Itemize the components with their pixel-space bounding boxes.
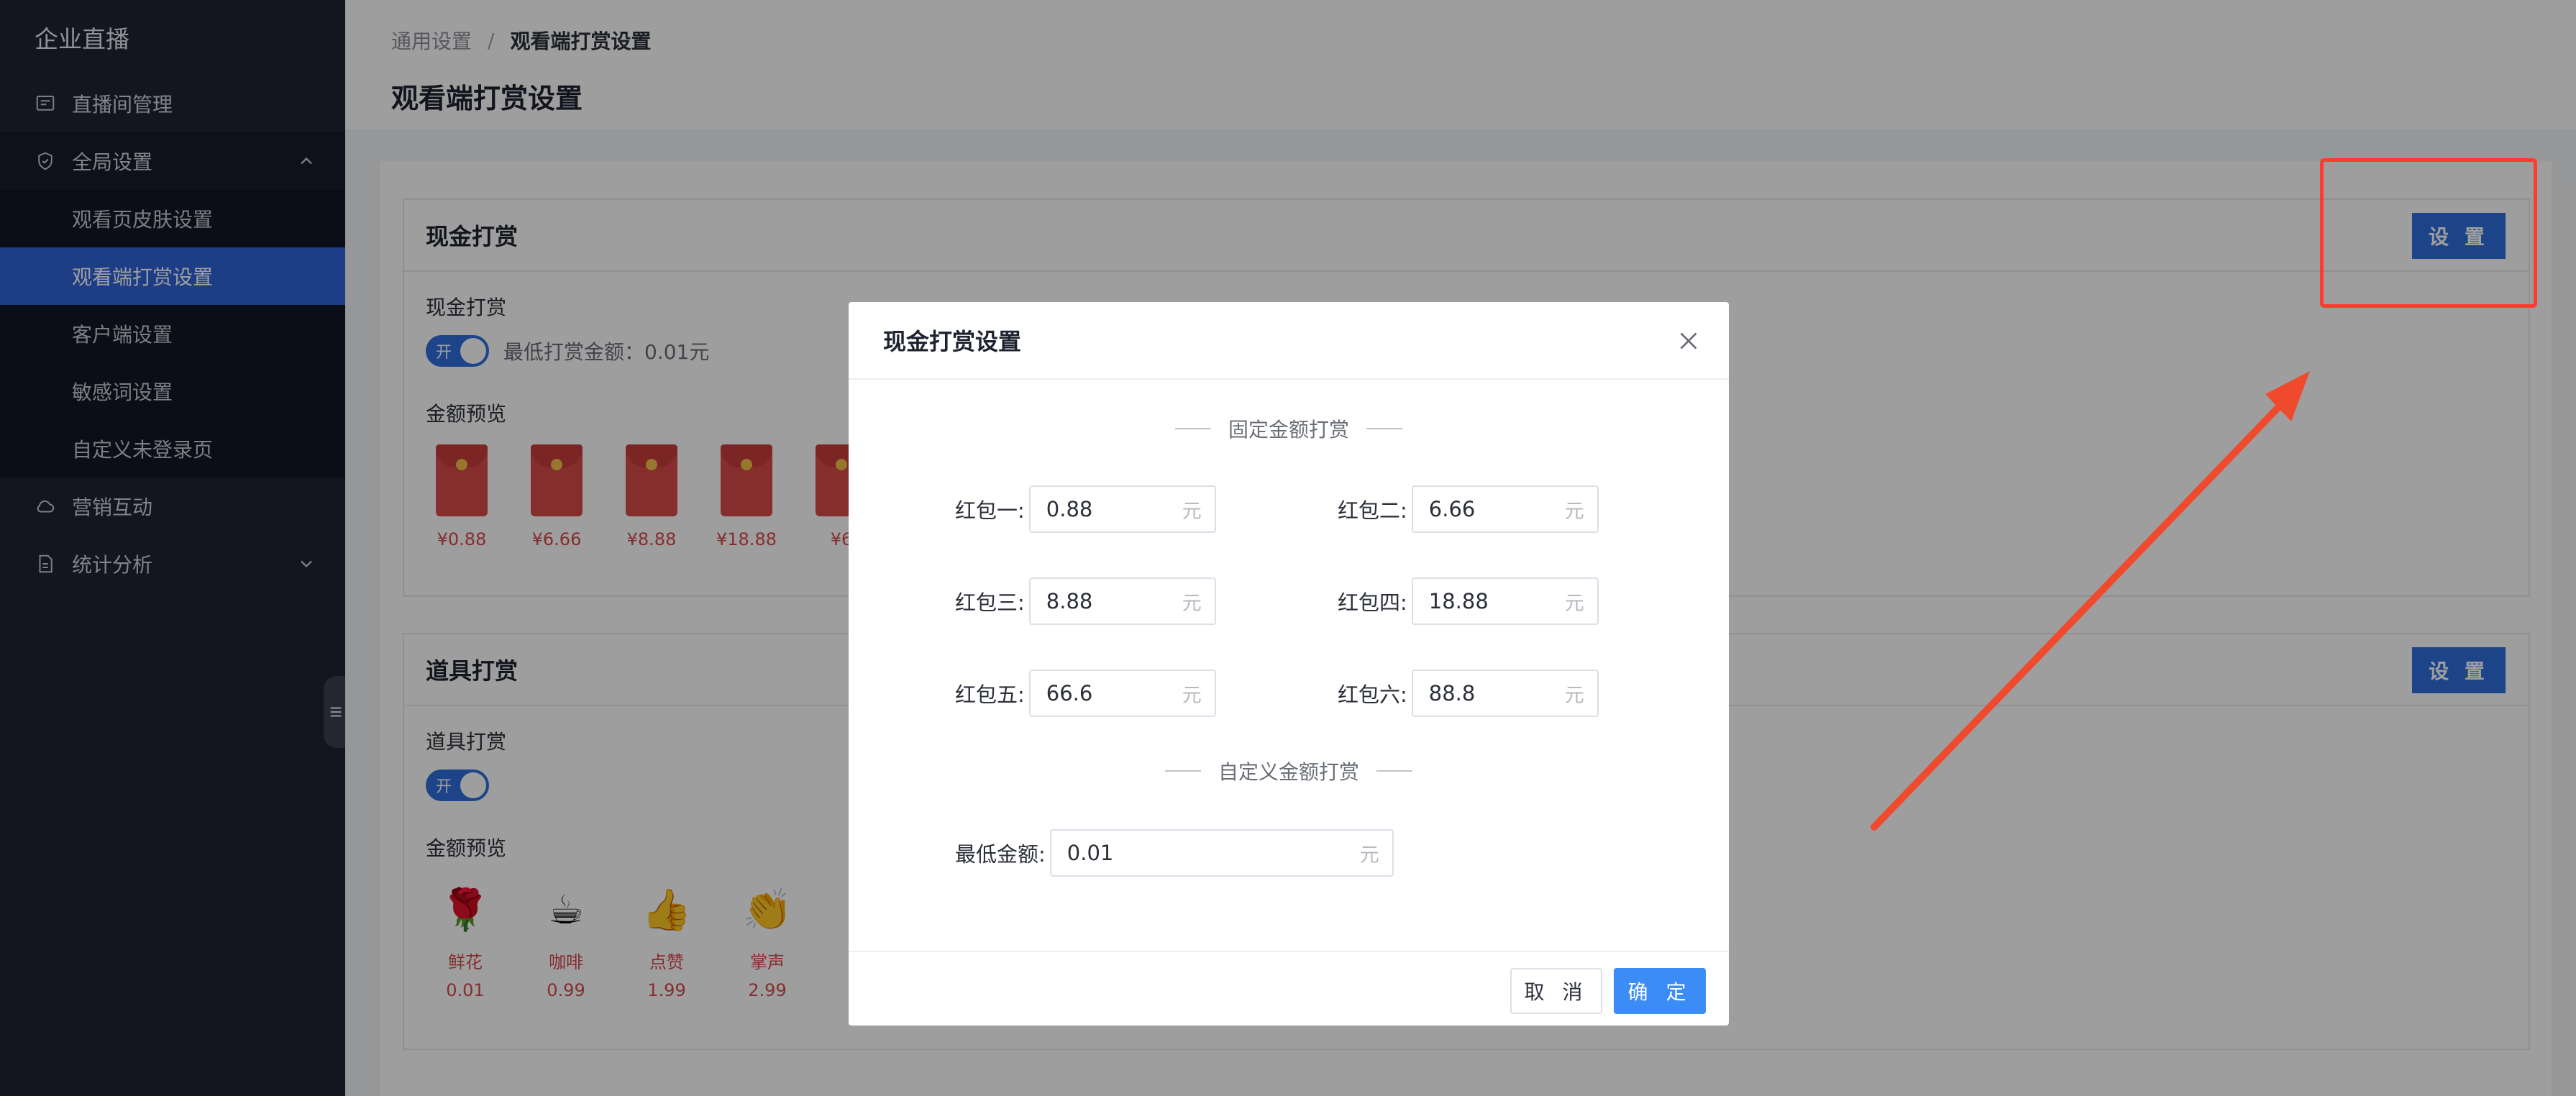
envelope-3-input[interactable]: 8.88 元 bbox=[1028, 577, 1216, 625]
unit-label: 元 bbox=[1359, 844, 1379, 867]
field-label: 红包五: bbox=[955, 682, 1025, 707]
dialog-title: 现金打赏设置 bbox=[883, 328, 1022, 355]
min-amount-field: 最低金额: 0.01 元 bbox=[955, 829, 1394, 877]
close-icon[interactable] bbox=[1676, 328, 1702, 354]
unit-label: 元 bbox=[1564, 684, 1584, 707]
unit-label: 元 bbox=[1564, 500, 1584, 523]
cancel-button[interactable]: 取 消 bbox=[1510, 968, 1602, 1014]
field-label: 红包三: bbox=[955, 590, 1025, 615]
divider-line bbox=[1174, 428, 1211, 429]
envelope-2-input[interactable]: 6.66 元 bbox=[1411, 485, 1599, 533]
custom-section-label: 自定义金额打赏 bbox=[1218, 760, 1359, 784]
unit-label: 元 bbox=[1182, 500, 1202, 523]
min-amount-input[interactable]: 0.01 元 bbox=[1049, 829, 1394, 877]
envelope-field-1: 红包一: 0.88 元 bbox=[955, 485, 1216, 533]
unit-label: 元 bbox=[1564, 592, 1584, 615]
field-label: 红包二: bbox=[1338, 498, 1407, 523]
confirm-button[interactable]: 确 定 bbox=[1614, 968, 1706, 1014]
divider-line bbox=[1164, 770, 1201, 772]
input-value: 18.88 bbox=[1428, 589, 1489, 613]
input-value: 6.66 bbox=[1428, 497, 1476, 521]
dialog-footer: 取 消 确 定 bbox=[849, 951, 1729, 1026]
field-label: 红包一: bbox=[955, 498, 1025, 523]
input-value: 8.88 bbox=[1046, 589, 1093, 613]
divider-line bbox=[1376, 770, 1412, 772]
input-value: 66.6 bbox=[1046, 681, 1093, 705]
field-label: 红包四: bbox=[1338, 590, 1407, 615]
envelope-field-6: 红包六: 88.8 元 bbox=[1338, 670, 1599, 717]
divider-line bbox=[1366, 428, 1402, 429]
envelope-5-input[interactable]: 66.6 元 bbox=[1028, 670, 1216, 717]
fixed-amount-section-title: 固定金额打赏 bbox=[849, 414, 1729, 443]
field-label: 红包六: bbox=[1338, 682, 1407, 707]
fixed-section-label: 固定金额打赏 bbox=[1228, 418, 1349, 442]
input-value: 0.01 bbox=[1067, 841, 1114, 865]
unit-label: 元 bbox=[1182, 684, 1202, 707]
envelope-field-3: 红包三: 8.88 元 bbox=[955, 577, 1216, 625]
unit-label: 元 bbox=[1182, 592, 1202, 615]
field-label: 最低金额: bbox=[955, 842, 1046, 867]
envelope-6-input[interactable]: 88.8 元 bbox=[1411, 670, 1599, 717]
input-value: 0.88 bbox=[1046, 497, 1093, 521]
envelope-field-2: 红包二: 6.66 元 bbox=[1338, 485, 1599, 533]
envelope-4-input[interactable]: 18.88 元 bbox=[1411, 577, 1599, 625]
envelope-field-5: 红包五: 66.6 元 bbox=[955, 670, 1216, 717]
input-value: 88.8 bbox=[1428, 681, 1476, 705]
envelope-1-input[interactable]: 0.88 元 bbox=[1028, 485, 1216, 533]
cash-reward-settings-dialog: 现金打赏设置 固定金额打赏 红包一: 0.88 元 红包二: 6.66 元 红包… bbox=[849, 302, 1729, 1026]
custom-amount-section-title: 自定义金额打赏 bbox=[849, 757, 1729, 785]
annotation-highlight-box bbox=[2320, 158, 2537, 308]
dialog-header: 现金打赏设置 bbox=[849, 302, 1729, 380]
envelope-field-4: 红包四: 18.88 元 bbox=[1338, 577, 1599, 625]
